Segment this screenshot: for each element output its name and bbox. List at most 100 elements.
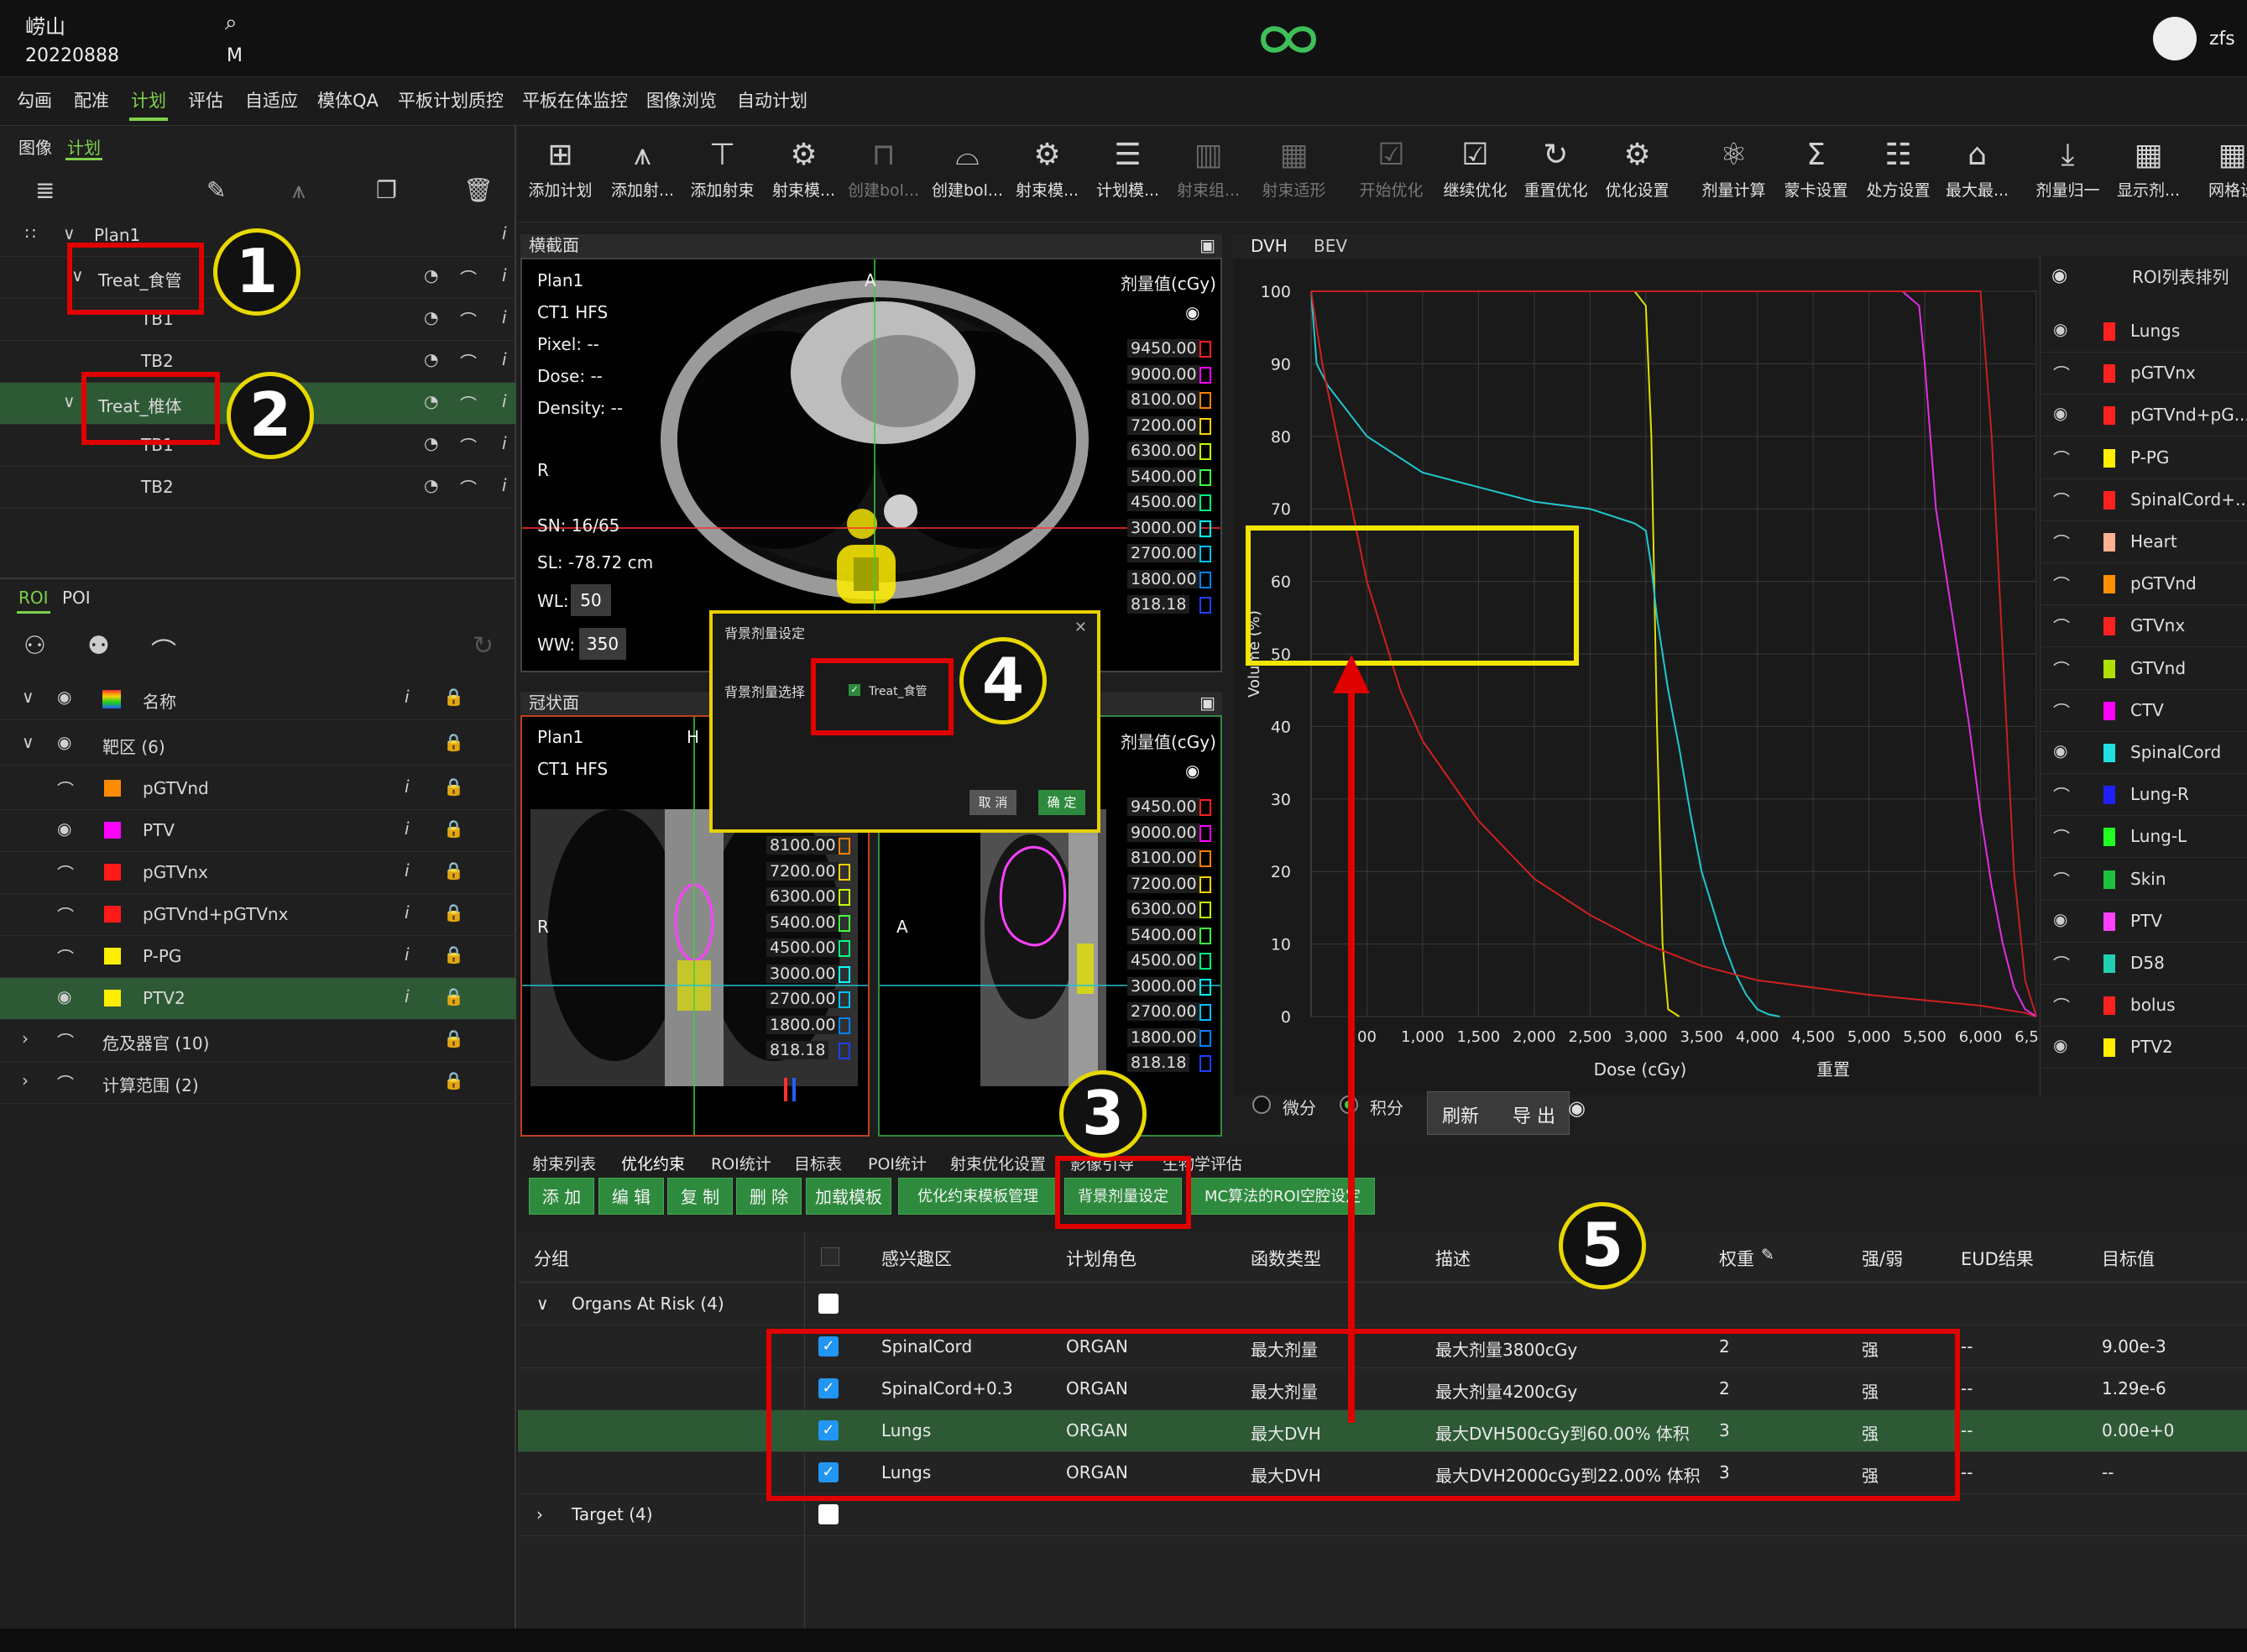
toolbar-button[interactable]: ☑ 继续优化: [1435, 133, 1515, 201]
chevron-down-icon[interactable]: ∨: [63, 391, 76, 411]
roi-list-item[interactable]: ◉ PTV: [2040, 901, 2247, 943]
dose-icon[interactable]: ◔: [424, 349, 438, 369]
toolbar-button[interactable]: ⌓ 创建bol...: [928, 133, 1007, 201]
info-icon[interactable]: i: [502, 265, 507, 285]
eye-off-icon[interactable]: ⌒: [57, 944, 74, 969]
roi-list-item[interactable]: ⌒ pGTVnx: [2040, 353, 2247, 395]
menu-item-epid-plan-qa[interactable]: 平板计划质控: [398, 87, 504, 112]
eye-off-icon[interactable]: ⌒: [2053, 614, 2070, 638]
menu-item-adaptive[interactable]: 自适应: [245, 87, 298, 112]
bottom-tab[interactable]: ROI统计: [711, 1152, 771, 1174]
roi-row[interactable]: ⌒ pGTVnx i 🔒: [0, 852, 516, 894]
toolbar-button[interactable]: ⚙ 射束模...: [764, 133, 844, 201]
group-checkbox[interactable]: [818, 1294, 839, 1314]
roi-list-item[interactable]: ⌒ GTVnx: [2040, 605, 2247, 648]
info-icon[interactable]: i: [405, 860, 410, 881]
roi-color-swatch[interactable]: [104, 906, 121, 923]
dose-level-swatch[interactable]: [1199, 392, 1211, 409]
toolbar-green-button[interactable]: 复 制: [667, 1178, 733, 1215]
eye-off-icon[interactable]: ⌒: [2053, 782, 2070, 807]
dose-level-swatch[interactable]: [1199, 494, 1211, 511]
refresh-icon[interactable]: ↻: [473, 631, 494, 661]
toolbar-green-button[interactable]: 删 除: [736, 1178, 802, 1215]
roi-list-item[interactable]: ⌒ Lung-R: [2040, 774, 2247, 817]
dose-level-swatch[interactable]: [1199, 876, 1211, 893]
eye-icon[interactable]: ◉: [1185, 761, 1199, 781]
bottom-tab[interactable]: 射束列表: [532, 1152, 596, 1174]
roi-list-item[interactable]: ⌒ Skin: [2040, 859, 2247, 901]
eye-icon[interactable]: ◉: [57, 818, 71, 839]
chevron-right-icon[interactable]: ›: [22, 1028, 29, 1048]
toolbar-button[interactable]: ⩚ 添加射...: [603, 133, 682, 201]
menu-item-plan[interactable]: 计划: [131, 87, 166, 112]
toolbar-button[interactable]: ☷ 处方设置: [1858, 133, 1938, 201]
roi-list-item[interactable]: ⌒ pGTVnd: [2040, 563, 2247, 606]
roi-edit-icon[interactable]: ⚉: [87, 631, 110, 661]
lock-icon[interactable]: 🔒: [443, 818, 464, 839]
dose-level-swatch[interactable]: [1199, 520, 1211, 537]
toolbar-button[interactable]: ☑ 开始优化: [1351, 133, 1431, 201]
col-roi[interactable]: 感兴趣区: [881, 1246, 952, 1271]
menu-item-auto-plan[interactable]: 自动计划: [737, 87, 807, 112]
dose-level-swatch[interactable]: [839, 991, 850, 1008]
eye-off-icon[interactable]: ⌒: [460, 307, 477, 332]
info-icon[interactable]: i: [502, 475, 507, 495]
bottom-tab[interactable]: 优化约束: [621, 1152, 685, 1174]
toolbar-button[interactable]: Σ 蒙卡设置: [1776, 133, 1856, 201]
dose-level-swatch[interactable]: [1199, 850, 1211, 867]
roi-group-target[interactable]: ∨ ◉ 靶区 (6) 🔒: [0, 724, 516, 766]
roi-row[interactable]: ◉ PTV2 i 🔒: [0, 978, 516, 1020]
roi-row[interactable]: ⌒ P-PG i 🔒: [0, 936, 516, 978]
info-icon[interactable]: i: [502, 433, 507, 453]
roi-color-swatch[interactable]: [104, 864, 121, 881]
roi-list-item[interactable]: ◉ Lungs: [2040, 311, 2247, 353]
dose-level-swatch[interactable]: [1199, 824, 1211, 842]
radio-differential[interactable]: [1252, 1095, 1271, 1114]
reset-label[interactable]: 重置: [1816, 1059, 1850, 1080]
cancel-button[interactable]: 取 消: [969, 790, 1016, 815]
copy-icon[interactable]: ❐: [376, 176, 397, 204]
roi-row[interactable]: ⌒ pGTVnd+pGTVnx i 🔒: [0, 894, 516, 936]
roi-shape-icon[interactable]: ⌒: [151, 631, 176, 668]
wl-input[interactable]: 50: [571, 584, 611, 616]
eye-off-icon[interactable]: ⌒: [57, 902, 74, 927]
info-icon[interactable]: i: [405, 818, 410, 839]
lock-icon[interactable]: 🔒: [443, 902, 464, 923]
dose-level-swatch[interactable]: [1199, 597, 1211, 614]
tab-image[interactable]: 图像: [18, 134, 52, 159]
lock-icon[interactable]: 🔒: [443, 944, 464, 965]
roi-color-swatch[interactable]: [104, 948, 121, 965]
roi-list-header[interactable]: ROI列表排列: [2132, 264, 2229, 288]
toolbar-green-button[interactable]: 加载模板: [806, 1178, 891, 1215]
roi-list-item[interactable]: ◉ PTV2: [2040, 1027, 2247, 1069]
menu-item-evaluate[interactable]: 评估: [188, 87, 223, 112]
eye-off-icon[interactable]: ⌒: [2053, 530, 2070, 554]
info-icon[interactable]: i: [405, 776, 410, 797]
eye-off-icon[interactable]: ⌒: [57, 776, 74, 801]
roi-list-item[interactable]: ⌒ bolus: [2040, 985, 2247, 1027]
eye-off-icon[interactable]: ⌒: [460, 433, 477, 457]
tab-roi[interactable]: ROI: [18, 588, 49, 608]
toolbar-button[interactable]: ⚙ 射束模...: [1007, 133, 1087, 201]
info-icon[interactable]: i: [502, 307, 507, 327]
tab-bev[interactable]: BEV: [1314, 236, 1347, 256]
col-function[interactable]: 函数类型: [1251, 1246, 1321, 1271]
delete-icon[interactable]: 🗑: [463, 176, 494, 204]
lock-icon[interactable]: 🔒: [443, 732, 464, 752]
dose-icon[interactable]: ◔: [424, 391, 438, 411]
roi-list-item[interactable]: ⌒ D58: [2040, 943, 2247, 985]
edit-icon[interactable]: ✎: [206, 176, 226, 204]
dose-level-swatch[interactable]: [839, 914, 850, 932]
eye-off-icon[interactable]: ⌒: [2053, 361, 2070, 385]
info-icon[interactable]: i: [405, 986, 410, 1006]
chevron-right-icon[interactable]: ›: [22, 1070, 29, 1090]
eye-off-icon[interactable]: ⌒: [2053, 951, 2070, 975]
bottom-tab[interactable]: 射束优化设置: [950, 1152, 1046, 1174]
dose-level-swatch[interactable]: [839, 863, 850, 881]
col-eud[interactable]: EUD结果: [1961, 1246, 2034, 1271]
eye-off-icon[interactable]: ⌒: [2053, 656, 2070, 681]
avatar[interactable]: [2153, 17, 2197, 60]
search-icon[interactable]: ⌕: [225, 10, 238, 36]
dose-level-swatch[interactable]: [839, 889, 850, 906]
pencil-icon[interactable]: ✎: [1761, 1246, 1774, 1264]
